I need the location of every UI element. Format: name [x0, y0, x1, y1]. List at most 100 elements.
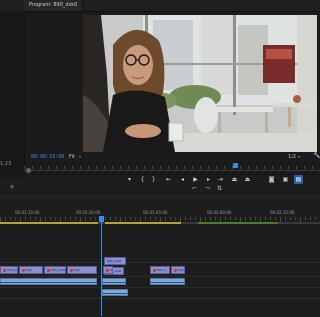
wrench-icon[interactable]: 🔧: [313, 152, 320, 159]
ruler-tick: [40, 166, 41, 169]
ruler-tick: [265, 217, 266, 220]
clip-label: 890_dsk0: [7, 268, 18, 272]
video-clip[interactable]: 890_dsk0: [104, 257, 126, 265]
ruler-tick: [10, 217, 11, 220]
ruler-tick: [104, 166, 105, 169]
ruler-tick: [88, 166, 89, 169]
ruler-tick: [210, 217, 211, 220]
ruler-tick: [176, 166, 177, 169]
video-clip[interactable]: 890: [19, 266, 43, 274]
ruler-tick: [90, 217, 91, 220]
audio-clip[interactable]: [150, 278, 185, 285]
monitor-playhead-handle[interactable]: [233, 163, 238, 168]
ruler-tick: [105, 217, 106, 220]
video-clip[interactable]: 890: [171, 266, 185, 274]
ruler-tick: [128, 166, 129, 169]
add-marker-button[interactable]: ▾: [125, 175, 134, 184]
ruler-tick: [35, 217, 36, 220]
zoom-level-select[interactable]: Fit: [69, 154, 75, 160]
audio-clip[interactable]: [102, 289, 128, 296]
go-to-out-button[interactable]: ⇥: [216, 175, 225, 184]
audio-clip[interactable]: [0, 278, 97, 285]
ruler-tick: [165, 217, 166, 220]
monitor-time-ruler[interactable]: [24, 162, 320, 170]
program-monitor-tab[interactable]: Program: 890_dsk0: [24, 0, 84, 11]
video-clip[interactable]: 890: [67, 266, 97, 274]
video-clip[interactable]: 890: [103, 266, 113, 274]
fx-badge-icon: [106, 269, 109, 272]
trim-out-button[interactable]: ¬: [203, 184, 212, 193]
ruler-tick: [240, 166, 241, 169]
ruler-tick: [224, 166, 225, 169]
extract-button[interactable]: ⏏: [243, 175, 252, 184]
mark-out-button[interactable]: }: [149, 175, 158, 184]
play-button[interactable]: ▶: [191, 175, 200, 184]
chevron-down-icon[interactable]: ▾: [79, 154, 81, 159]
ruler-tick: [85, 217, 86, 220]
fx-badge-icon: [153, 269, 156, 272]
ruler-tick: [256, 166, 257, 169]
ruler-tick: [48, 166, 49, 169]
ruler-tick: [264, 166, 265, 169]
plus-icon[interactable]: +: [9, 184, 15, 191]
monitor-scrub-bar[interactable]: [24, 170, 320, 171]
ruler-tick: [192, 166, 193, 169]
ruler-tick: [30, 217, 31, 220]
ruler-tick: [208, 166, 209, 169]
mark-in-button[interactable]: {: [138, 175, 147, 184]
video-clip[interactable]: 890_dsk0: [44, 266, 66, 274]
lift-button[interactable]: ⏏: [230, 175, 239, 184]
ruler-tick: [80, 166, 81, 169]
go-to-in-button[interactable]: ⇤: [164, 175, 173, 184]
step-back-button[interactable]: ◂: [178, 175, 187, 184]
ruler-tick: [315, 217, 316, 220]
ruler-tick: [152, 166, 153, 169]
ruler-tick: [185, 217, 186, 220]
audio-waveform: [151, 282, 184, 283]
ruler-tick: [155, 217, 156, 220]
timeline-playhead-handle[interactable]: [99, 216, 104, 222]
ruler-tick: [280, 166, 281, 169]
insert-button[interactable]: ⇅: [215, 184, 224, 193]
ruler-tick: [110, 217, 111, 220]
video-frame[interactable]: [83, 15, 317, 152]
comparison-view-button[interactable]: ▣: [281, 175, 290, 184]
render-bar-yellow: [105, 222, 181, 224]
ruler-tick: [112, 166, 113, 169]
video-clip[interactable]: 890_d: [150, 266, 170, 274]
track-divider: [0, 298, 320, 299]
audio-waveform: [1, 282, 96, 283]
audio-waveform: [103, 282, 125, 283]
chevron-down-icon[interactable]: ▾: [298, 154, 300, 159]
video-clip[interactable]: 890_dsk0: [0, 266, 18, 274]
ruler-tick: [136, 166, 137, 169]
ruler-tick: [295, 217, 296, 220]
ruler-tick: [312, 166, 313, 169]
ruler-tick: [5, 217, 6, 220]
ruler-tick: [288, 166, 289, 169]
ruler-tick: [120, 166, 121, 169]
ruler-time-label: 00:01:45:00: [143, 210, 168, 215]
ruler-tick: [175, 217, 176, 220]
trim-in-button[interactable]: ⌐: [190, 184, 199, 193]
ruler-time-label: 00:01:15:00: [15, 210, 40, 215]
video-frame-image: [83, 15, 317, 152]
ruler-tick: [168, 166, 169, 169]
monitor-zoom-scroll-handle[interactable]: [26, 168, 31, 173]
ruler-tick: [270, 217, 271, 220]
ruler-tick: [115, 217, 116, 220]
playback-resolution-select[interactable]: 1/2: [288, 154, 296, 160]
ruler-tick: [160, 166, 161, 169]
ruler-tick: [245, 217, 246, 220]
playhead-timecode[interactable]: 00:00:33:08: [31, 154, 64, 160]
step-forward-button[interactable]: ▸: [204, 175, 213, 184]
ruler-tick: [305, 217, 306, 220]
render-bar-green: [198, 222, 278, 224]
audio-clip[interactable]: [102, 278, 126, 285]
export-frame-button[interactable]: ◙: [267, 175, 276, 184]
ruler-tick: [200, 166, 201, 169]
ruler-tick: [125, 217, 126, 220]
render-bar-yellow: [0, 222, 98, 224]
toggle-proxies-button[interactable]: ▤: [294, 175, 303, 184]
ruler-tick: [310, 217, 311, 220]
